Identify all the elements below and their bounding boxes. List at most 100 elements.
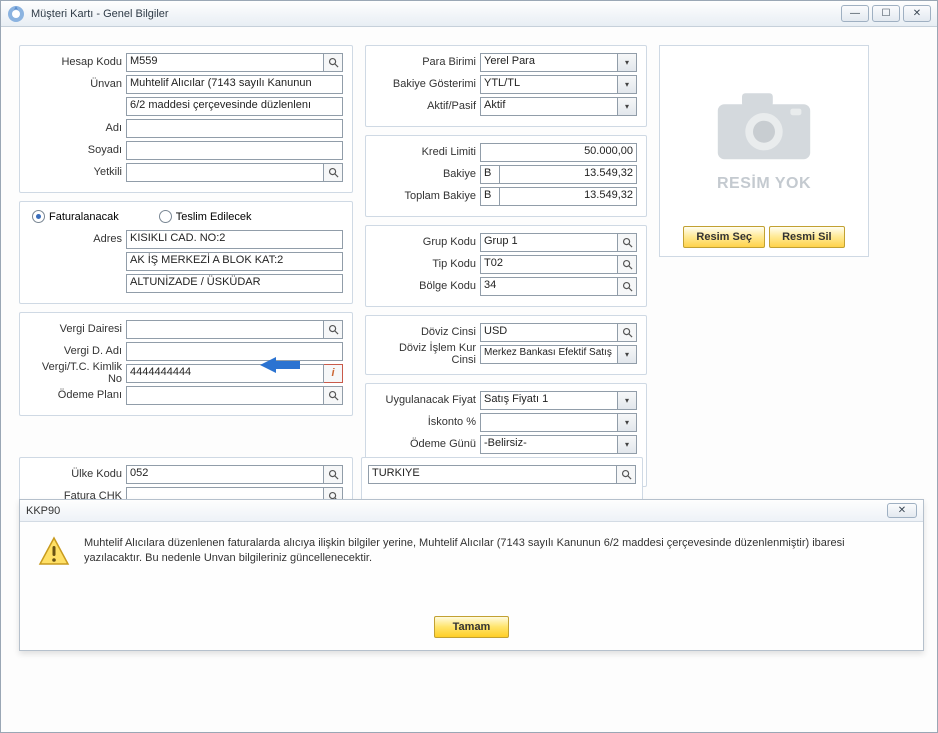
- adi-label: Adı: [26, 122, 126, 134]
- toplam-bakiye-label: Toplam Bakiye: [372, 190, 480, 202]
- bolge-kodu-label: Bölge Kodu: [372, 280, 480, 292]
- window-controls: — ☐ ✕: [841, 5, 931, 22]
- odeme-plani-input[interactable]: [126, 386, 324, 405]
- para-birimi-select[interactable]: Yerel Para: [480, 53, 618, 72]
- odeme-gunu-dropdown-icon[interactable]: [618, 435, 637, 454]
- odeme-gunu-label: Ödeme Günü: [372, 438, 480, 450]
- grup-kodu-lookup-icon[interactable]: [618, 233, 637, 252]
- maximize-button[interactable]: ☐: [872, 5, 900, 22]
- app-icon: [7, 5, 25, 23]
- hesap-kodu-input[interactable]: M559: [126, 53, 324, 72]
- bakiye-label: Bakiye: [372, 168, 480, 180]
- tip-kodu-lookup-icon[interactable]: [618, 255, 637, 274]
- vergi-d-adi-input[interactable]: [126, 342, 343, 361]
- adres-input-3[interactable]: ALTUNİZADE / ÜSKÜDAR: [126, 274, 343, 293]
- aktif-pasif-label: Aktif/Pasif: [372, 100, 480, 112]
- ulke-kodu-input[interactable]: 052: [126, 465, 324, 484]
- bakiye-gosterimi-label: Bakiye Gösterimi: [372, 78, 480, 90]
- kredi-limiti-label: Kredi Limiti: [372, 146, 480, 158]
- uyg-fiyat-select[interactable]: Satış Fiyatı 1: [480, 391, 618, 410]
- adres-label: Adres: [26, 233, 126, 245]
- adres-input-1[interactable]: KISIKLI CAD. NO:2: [126, 230, 343, 249]
- adi-input[interactable]: [126, 119, 343, 138]
- unvan-input-2[interactable]: 6/2 maddesi çerçevesinde düzlenlenı: [126, 97, 343, 116]
- odeme-plani-label: Ödeme Planı: [26, 389, 126, 401]
- fx-group: Döviz Cinsi USD Döviz İşlem Kur Cinsi Me…: [365, 315, 647, 375]
- hesap-kodu-lookup-icon[interactable]: [324, 53, 343, 72]
- radio-dot-icon: [159, 210, 172, 223]
- dialog-title: KKP90: [26, 505, 60, 517]
- odeme-plani-lookup-icon[interactable]: [324, 386, 343, 405]
- doviz-kur-label: Döviz İşlem Kur Cinsi: [372, 342, 480, 366]
- currency-group: Para Birimi Yerel Para Bakiye Gösterimi …: [365, 45, 647, 127]
- aktif-pasif-select[interactable]: Aktif: [480, 97, 618, 116]
- toplam-bakiye-value: 13.549,32: [500, 187, 637, 206]
- bakiye-tag: B: [480, 165, 500, 184]
- image-panel: RESİM YOK Resim Seç Resmi Sil: [659, 45, 869, 257]
- kredi-limiti-input[interactable]: 50.000,00: [480, 143, 637, 162]
- balance-group: Kredi Limiti 50.000,00 Bakiye B 13.549,3…: [365, 135, 647, 217]
- middle-column: Para Birimi Yerel Para Bakiye Gösterimi …: [365, 45, 647, 487]
- soyadi-input[interactable]: [126, 141, 343, 160]
- faturalanacak-radio[interactable]: Faturalanacak: [32, 210, 119, 223]
- aktif-pasif-dropdown-icon[interactable]: [618, 97, 637, 116]
- doviz-cinsi-lookup-icon[interactable]: [618, 323, 637, 342]
- vergi-no-label: Vergi/T.C. Kimlik No: [26, 361, 126, 385]
- doviz-cinsi-label: Döviz Cinsi: [372, 326, 480, 338]
- unvan-input-1[interactable]: Muhtelif Alıcılar (7143 sayılı Kanunun: [126, 75, 343, 94]
- bolge-kodu-input[interactable]: 34: [480, 277, 618, 296]
- yetkili-input[interactable]: [126, 163, 324, 182]
- image-delete-button[interactable]: Resmi Sil: [769, 226, 845, 248]
- ulke-kodu-lookup-icon[interactable]: [324, 465, 343, 484]
- minimize-button[interactable]: —: [841, 5, 869, 22]
- grup-kodu-label: Grup Kodu: [372, 236, 480, 248]
- customer-card-window: Müşteri Kartı - Genel Bilgiler — ☐ ✕ Hes…: [0, 0, 938, 733]
- right-column: RESİM YOK Resim Seç Resmi Sil: [659, 45, 925, 257]
- left-column: Hesap Kodu M559 Ünvan Muhtelif Alıcılar …: [19, 45, 353, 416]
- dialog-message: Muhtelif Alıcılara düzenlenen faturalard…: [84, 536, 905, 566]
- tax-group: Vergi Dairesi Vergi D. Adı Vergi/T.C. Ki…: [19, 312, 353, 416]
- vergi-dairesi-label: Vergi Dairesi: [26, 323, 126, 335]
- vergi-no-input[interactable]: 4444444444: [126, 364, 324, 383]
- para-birimi-dropdown-icon[interactable]: [618, 53, 637, 72]
- hesap-kodu-label: Hesap Kodu: [26, 56, 126, 68]
- iskonto-stepper-icon[interactable]: [618, 413, 637, 432]
- iskonto-input[interactable]: [480, 413, 618, 432]
- ulke-adi-input[interactable]: TURKIYE: [368, 465, 617, 484]
- teslim-radio[interactable]: Teslim Edilecek: [159, 210, 252, 223]
- address-group: Faturalanacak Teslim Edilecek Adres KISI…: [19, 201, 353, 304]
- close-button[interactable]: ✕: [903, 5, 931, 22]
- radio-dot-icon: [32, 210, 45, 223]
- tip-kodu-input[interactable]: T02: [480, 255, 618, 274]
- image-select-button[interactable]: Resim Seç: [683, 226, 765, 248]
- tip-kodu-label: Tip Kodu: [372, 258, 480, 270]
- message-dialog: KKP90 ✕ Muhtelif Alıcılara düzenlenen fa…: [19, 499, 924, 651]
- soyadi-label: Soyadı: [26, 144, 126, 156]
- bolge-kodu-lookup-icon[interactable]: [618, 277, 637, 296]
- bakiye-gosterimi-dropdown-icon[interactable]: [618, 75, 637, 94]
- dialog-ok-button[interactable]: Tamam: [434, 616, 510, 638]
- camera-icon: [709, 79, 819, 169]
- vergi-dairesi-input[interactable]: [126, 320, 324, 339]
- bakiye-gosterimi-select[interactable]: YTL/TL: [480, 75, 618, 94]
- para-birimi-label: Para Birimi: [372, 56, 480, 68]
- ulke-adi-lookup-icon[interactable]: [617, 465, 636, 484]
- doviz-kur-dropdown-icon[interactable]: [618, 345, 637, 364]
- uyg-fiyat-dropdown-icon[interactable]: [618, 391, 637, 410]
- dialog-close-button[interactable]: ✕: [887, 503, 917, 518]
- grup-kodu-input[interactable]: Grup 1: [480, 233, 618, 252]
- vergi-no-info-icon[interactable]: i: [324, 364, 343, 383]
- doviz-cinsi-input[interactable]: USD: [480, 323, 618, 342]
- toplam-bakiye-tag: B: [480, 187, 500, 206]
- warning-icon: [38, 536, 70, 571]
- uyg-fiyat-label: Uygulanacak Fiyat: [372, 394, 480, 406]
- iskonto-label: İskonto %: [372, 416, 480, 428]
- vergi-dairesi-lookup-icon[interactable]: [324, 320, 343, 339]
- unvan-label: Ünvan: [26, 78, 126, 90]
- adres-input-2[interactable]: AK İŞ MERKEZİ A BLOK KAT:2: [126, 252, 343, 271]
- no-image-placeholder: RESİM YOK: [669, 56, 859, 216]
- yetkili-lookup-icon[interactable]: [324, 163, 343, 182]
- window-titlebar: Müşteri Kartı - Genel Bilgiler — ☐ ✕: [1, 1, 937, 27]
- doviz-kur-select[interactable]: Merkez Bankası Efektif Satış: [480, 345, 618, 364]
- odeme-gunu-select[interactable]: -Belirsiz-: [480, 435, 618, 454]
